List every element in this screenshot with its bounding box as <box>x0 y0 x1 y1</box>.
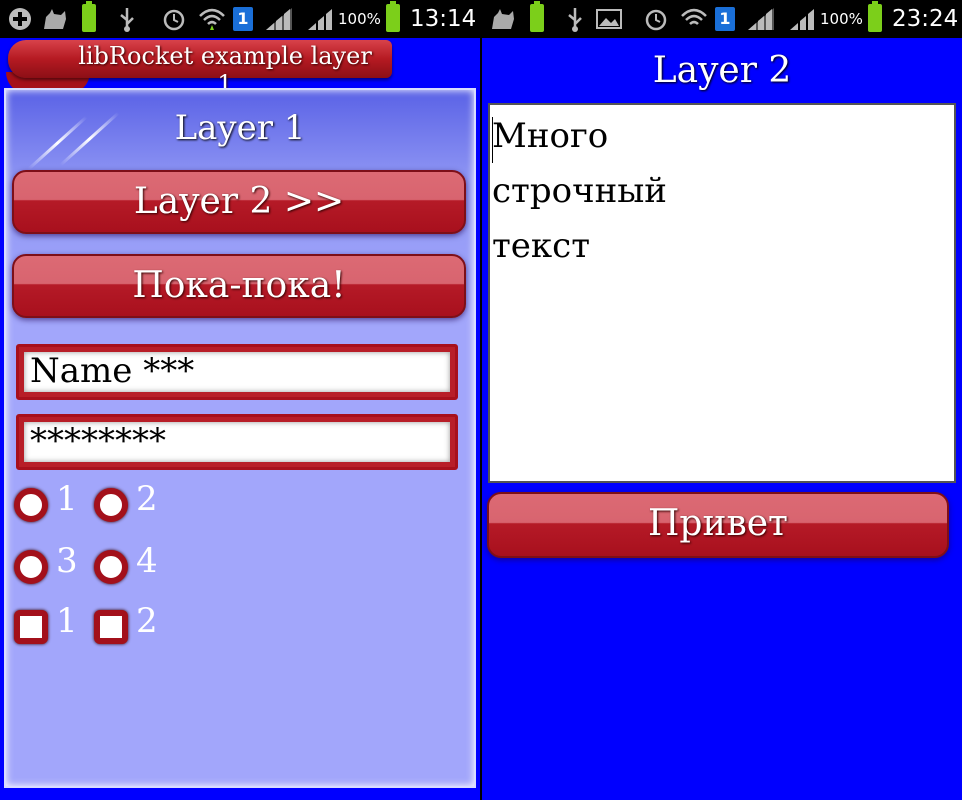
radio-3-label: 3 <box>56 541 78 581</box>
battery-icon <box>386 1 400 32</box>
signal-icon <box>306 6 336 32</box>
layer2-screen: 1 100% 23:24 Layer 2 Много строчный текс… <box>482 0 962 800</box>
multiline-textarea[interactable]: Много строчный текст <box>488 103 956 483</box>
usb-icon <box>562 6 588 32</box>
text-caret <box>492 117 493 163</box>
usb-icon <box>114 6 140 32</box>
battery-percent: 100% <box>820 10 863 28</box>
status-bar: 1 100% 23:24 <box>482 0 962 38</box>
wifi-icon <box>198 6 226 32</box>
checkbox-2[interactable] <box>94 610 128 644</box>
sim-icon: 1 <box>233 7 253 31</box>
checkbox-2-label: 2 <box>136 601 158 641</box>
radio-1[interactable] <box>14 488 48 522</box>
cat-icon <box>40 6 70 32</box>
bye-button[interactable]: Пока-пока! <box>12 254 466 318</box>
textarea-line: Много <box>492 116 609 156</box>
header-tab[interactable]: libRocket example layer 1 <box>8 40 392 98</box>
status-bar: 1 100% 13:14 <box>0 0 480 38</box>
signal-icon <box>788 6 818 32</box>
password-input[interactable]: ******** <box>24 422 450 462</box>
name-field[interactable]: Name *** <box>16 344 458 400</box>
image-icon <box>594 6 624 32</box>
battery-small-icon <box>82 1 96 32</box>
status-time: 23:24 <box>892 6 959 32</box>
radio-4-label: 4 <box>136 541 158 581</box>
panel-title: Layer 1 <box>174 108 306 148</box>
checkbox-1[interactable] <box>14 610 48 644</box>
hello-button[interactable]: Привет <box>487 492 949 558</box>
status-time: 13:14 <box>410 6 477 32</box>
wifi-icon <box>680 6 708 32</box>
sim-icon: 1 <box>715 7 735 31</box>
battery-icon <box>868 1 882 32</box>
radio-2-label: 2 <box>136 479 158 519</box>
name-input[interactable]: Name *** <box>24 352 450 392</box>
textarea-line: текст <box>492 226 591 266</box>
checkbox-1-label: 1 <box>56 601 78 641</box>
battery-small-icon <box>530 1 544 32</box>
cat-icon <box>488 6 518 32</box>
add-icon <box>6 6 34 32</box>
layer1-panel: Layer 1 Layer 2 >> Пока-пока! Name *** *… <box>4 88 476 788</box>
radio-2[interactable] <box>94 488 128 522</box>
alarm-icon <box>160 6 188 32</box>
layer2-title: Layer 2 <box>652 50 792 91</box>
signal-icon <box>746 6 776 32</box>
layer1-screen: 1 100% 13:14 libRocket example layer 1 L… <box>0 0 480 800</box>
signal-icon <box>264 6 294 32</box>
layer2-button[interactable]: Layer 2 >> <box>12 170 466 234</box>
textarea-line: строчный <box>492 171 667 211</box>
alarm-icon <box>642 6 670 32</box>
radio-1-label: 1 <box>56 479 78 519</box>
battery-percent: 100% <box>338 10 381 28</box>
radio-3[interactable] <box>14 550 48 584</box>
password-field[interactable]: ******** <box>16 414 458 470</box>
radio-4[interactable] <box>94 550 128 584</box>
